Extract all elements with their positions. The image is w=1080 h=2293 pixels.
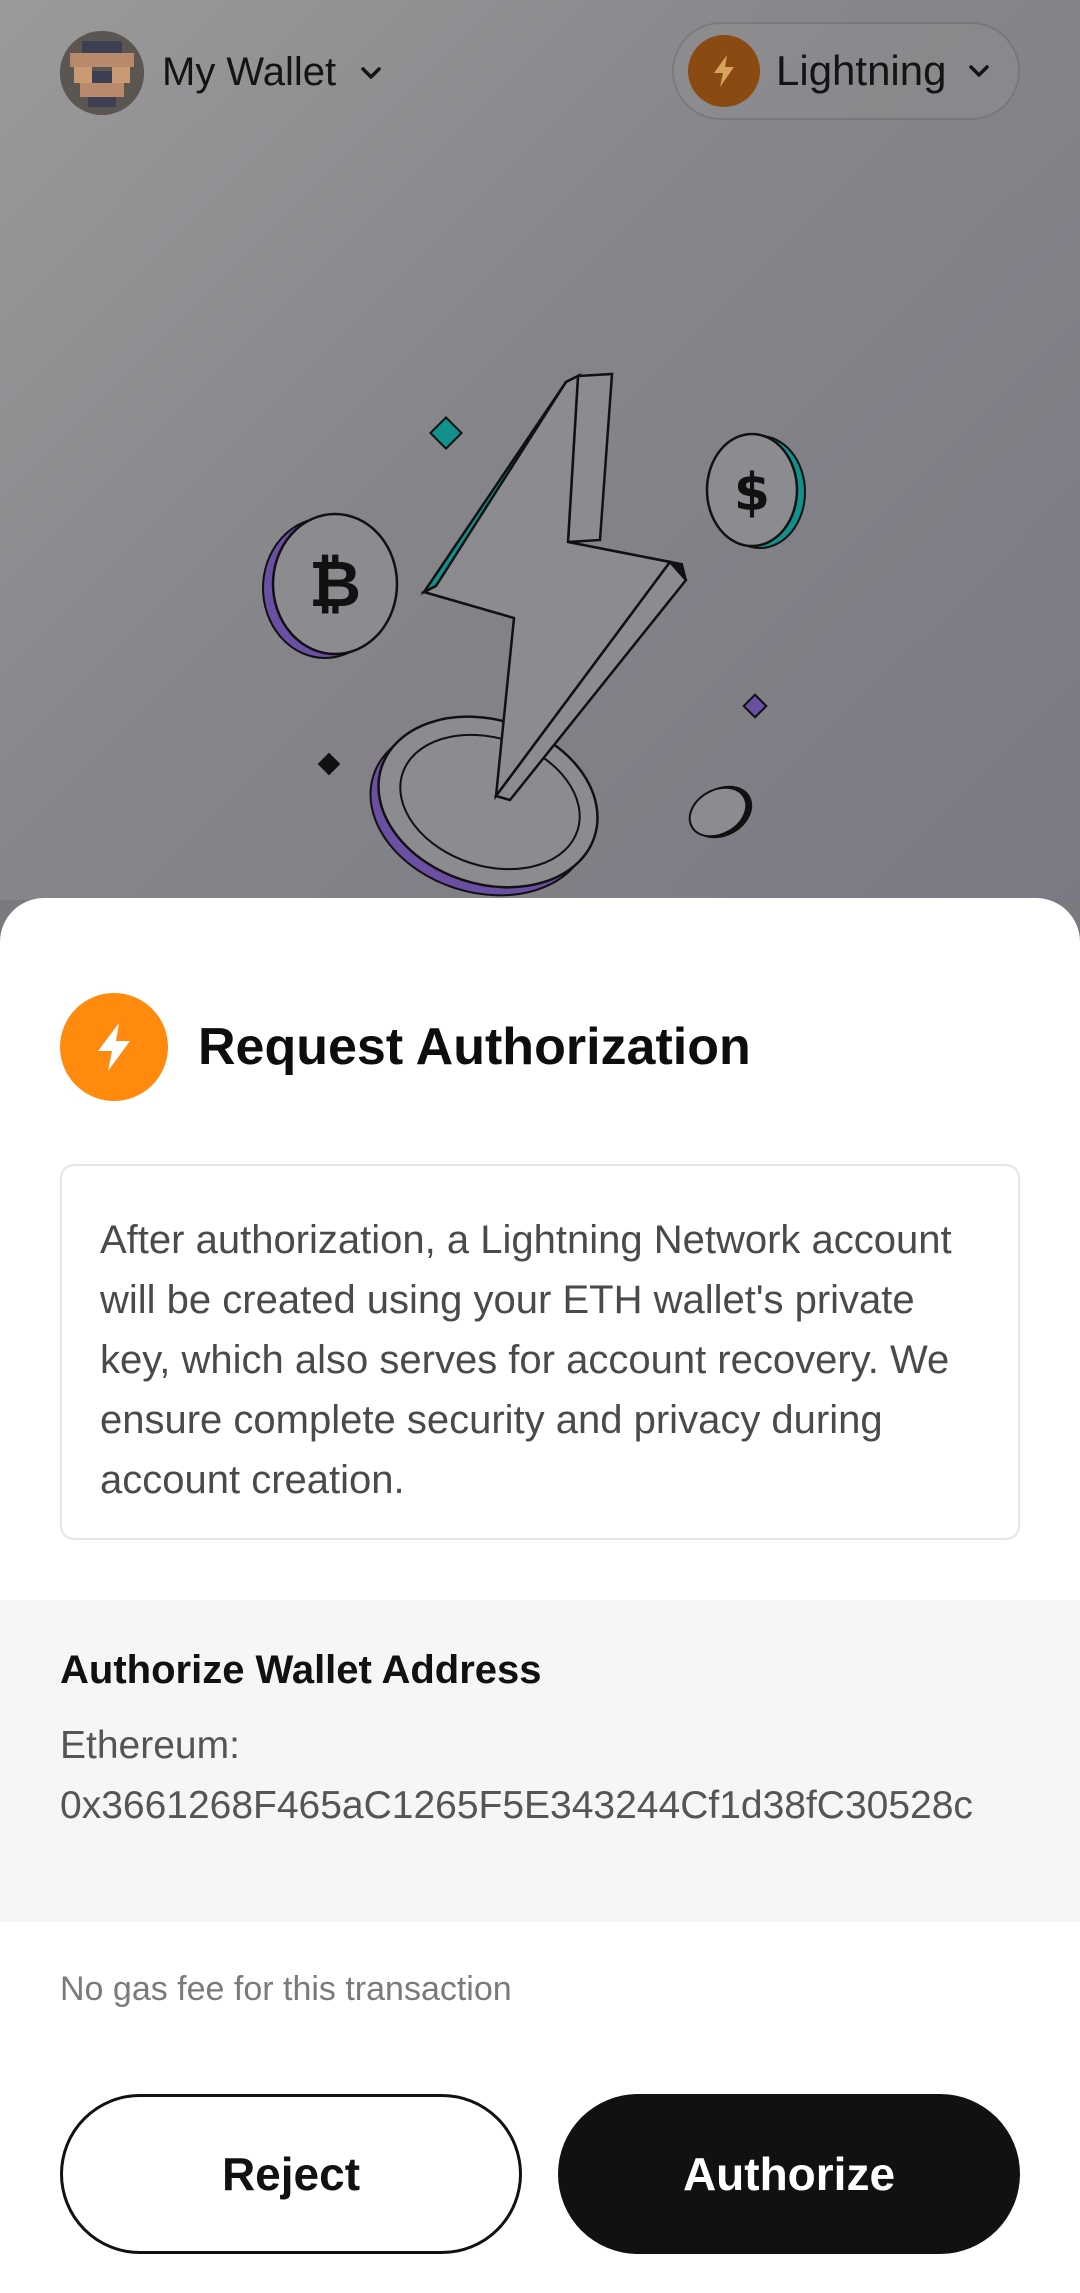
chevron-down-icon — [969, 65, 990, 77]
address-text: Ethereum: 0x3661268F465aC1265F5E343244Cf… — [60, 1716, 1025, 1836]
purple-diamond — [742, 693, 768, 719]
description-text: After authorization, a Lightning Network… — [100, 1218, 952, 1502]
svg-text:$: $ — [734, 463, 770, 523]
dollar-coin-icon: $ — [705, 432, 806, 549]
address-value: 0x3661268F465aC1265F5E343244Cf1d38fC3052… — [60, 1784, 973, 1827]
wallet-avatar — [60, 30, 144, 115]
lightning-bolt-icon — [688, 35, 760, 107]
lightning-illustration: ₿ $ — [262, 372, 806, 897]
description-box: After authorization, a Lightning Network… — [60, 1164, 1020, 1540]
chevron-down-icon — [361, 66, 381, 79]
teal-diamond — [429, 416, 463, 450]
svg-text:₿: ₿ — [309, 548, 361, 622]
wallet-selector[interactable]: My Wallet — [60, 30, 388, 115]
gas-fee-note: No gas fee for this transaction — [60, 1970, 512, 2008]
reject-button[interactable]: Reject — [60, 2094, 522, 2254]
wallet-name: My Wallet — [162, 50, 337, 94]
bitcoin-coin-icon: ₿ — [262, 512, 399, 659]
network-name: Lightning — [776, 47, 947, 94]
top-bar: My Wallet Lightning — [0, 0, 1080, 150]
authorize-button[interactable]: Authorize — [558, 2094, 1020, 2254]
network-selector[interactable]: Lightning — [672, 22, 1020, 120]
authorization-sheet: Request Authorization After authorizatio… — [0, 898, 1080, 2293]
lightning-bolt-icon — [60, 993, 168, 1101]
sheet-header: Request Authorization — [60, 993, 751, 1101]
address-label: Authorize Wallet Address — [60, 1648, 542, 1692]
address-chain: Ethereum: — [60, 1724, 240, 1767]
base-ring — [369, 715, 599, 897]
sheet-title: Request Authorization — [198, 1018, 751, 1076]
black-diamond — [317, 752, 341, 776]
address-section: Authorize Wallet Address Ethereum: 0x366… — [0, 1600, 1080, 1922]
